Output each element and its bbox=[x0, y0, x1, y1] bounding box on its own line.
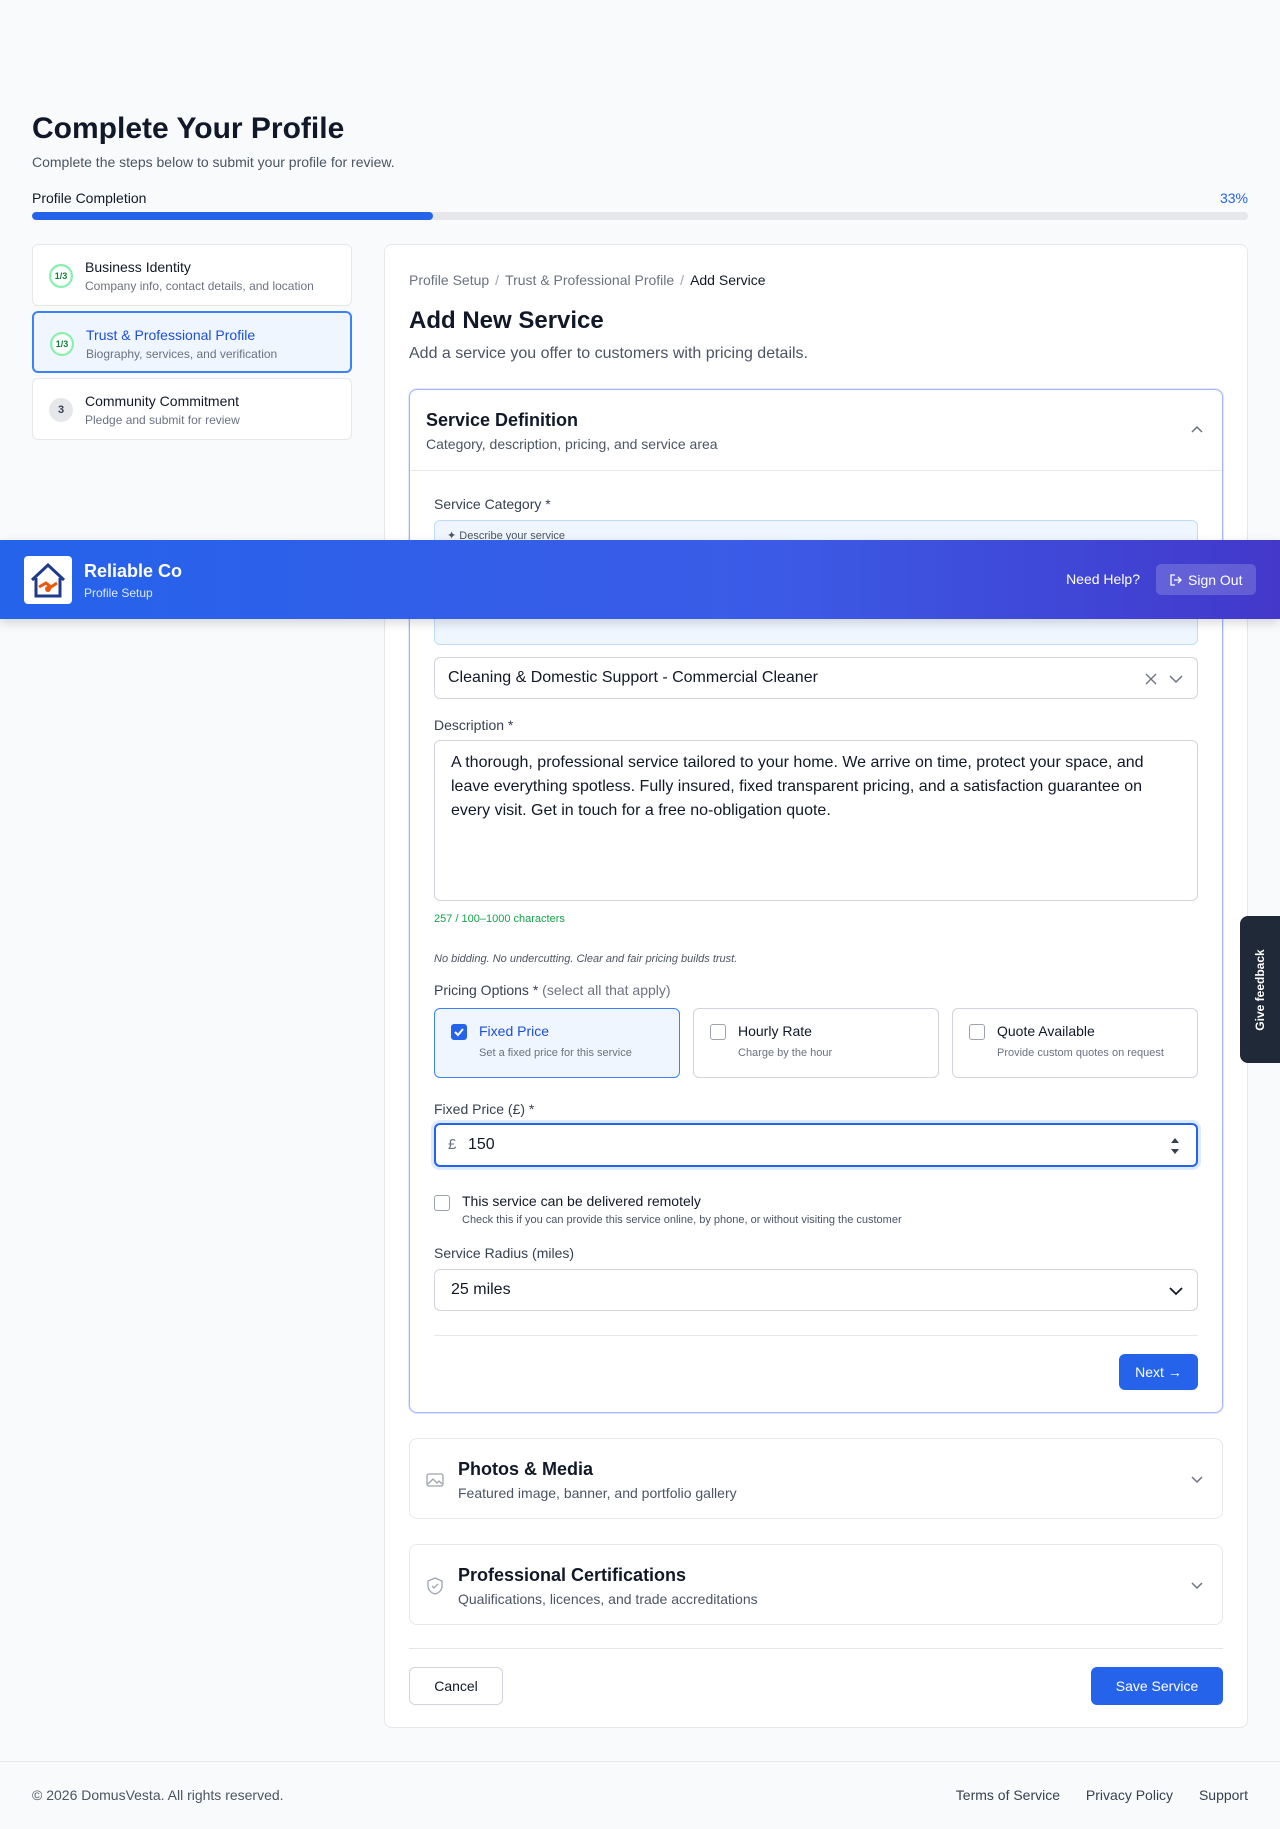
radius-label: Service Radius (miles) bbox=[434, 1245, 575, 1261]
fixed-price-input[interactable]: £ 150 bbox=[434, 1123, 1198, 1167]
pricing-note: No bidding. No undercutting. Clear and f… bbox=[434, 953, 738, 965]
footer-divider bbox=[0, 1761, 1280, 1762]
page-subtitle: Complete the steps below to submit your … bbox=[32, 154, 395, 170]
give-feedback-tab[interactable]: Give feedback bbox=[1240, 916, 1280, 1063]
breadcrumb-trust-profile[interactable]: Trust & Professional Profile bbox=[505, 272, 674, 288]
remote-desc: Check this if you can provide this servi… bbox=[462, 1214, 902, 1226]
need-help-link[interactable]: Need Help? bbox=[1066, 571, 1140, 587]
step-progress-icon: 1/3 bbox=[49, 264, 73, 288]
progress-bar-fill bbox=[32, 212, 434, 220]
step-desc: Biography, services, and verification bbox=[86, 347, 278, 361]
category-label: Service Category * bbox=[434, 496, 551, 512]
image-icon bbox=[426, 1473, 444, 1487]
copyright: © 2026 DomusVesta. All rights reserved. bbox=[32, 1787, 284, 1803]
breadcrumb-profile-setup[interactable]: Profile Setup bbox=[409, 272, 489, 288]
card-title: Add New Service bbox=[409, 307, 604, 334]
page-title: Complete Your Profile bbox=[32, 112, 345, 145]
section-subtitle: Featured image, banner, and portfolio ga… bbox=[458, 1485, 737, 1501]
card-subtitle: Add a service you offer to customers wit… bbox=[409, 345, 808, 362]
check-icon bbox=[454, 1028, 464, 1037]
chevron-up-icon[interactable] bbox=[1190, 423, 1204, 437]
pricing-option-fixed[interactable]: Fixed Price Set a fixed price for this s… bbox=[434, 1008, 680, 1078]
add-service-card: Profile Setup / Trust & Professional Profi… bbox=[384, 244, 1248, 1728]
section-title: Professional Certifications bbox=[458, 1565, 687, 1585]
sign-out-icon bbox=[1170, 574, 1182, 586]
remote-title: This service can be delivered remotely bbox=[462, 1193, 701, 1209]
progress-percent: 33% bbox=[1219, 190, 1248, 206]
breadcrumb-current: Add Service bbox=[690, 272, 766, 288]
step-list: 1/3 Business Identity Company info, cont… bbox=[32, 244, 352, 445]
fixed-price-value: 150 bbox=[468, 1136, 495, 1153]
certifications-section[interactable]: Professional Certifications Qualificatio… bbox=[409, 1544, 1223, 1625]
description-textarea[interactable]: A thorough, professional service tailore… bbox=[434, 740, 1198, 901]
section-title: Photos & Media bbox=[458, 1459, 594, 1479]
step-desc: Pledge and submit for review bbox=[85, 413, 240, 427]
brand-name: Reliable Co bbox=[84, 561, 183, 581]
step-title: Business Identity bbox=[85, 259, 191, 275]
save-service-button[interactable]: Save Service bbox=[1091, 1667, 1223, 1705]
support-link[interactable]: Support bbox=[1199, 1787, 1248, 1803]
sign-out-button[interactable]: Sign Out bbox=[1156, 564, 1256, 595]
divider bbox=[409, 1648, 1223, 1649]
step-community-commitment[interactable]: 3 Community Commitment Pledge and submit… bbox=[32, 378, 352, 440]
currency-symbol: £ bbox=[448, 1136, 457, 1153]
option-desc: Charge by the hour bbox=[738, 1047, 833, 1059]
option-desc: Set a fixed price for this service bbox=[479, 1047, 632, 1059]
description-label: Description * bbox=[434, 717, 514, 733]
chevron-down-icon bbox=[1169, 1287, 1183, 1296]
section-title: Service Definition bbox=[426, 410, 579, 430]
shield-check-icon bbox=[427, 1577, 443, 1595]
step-title: Community Commitment bbox=[85, 393, 240, 409]
option-desc: Provide custom quotes on request bbox=[997, 1047, 1164, 1059]
photos-media-section[interactable]: Photos & Media Featured image, banner, a… bbox=[409, 1438, 1223, 1519]
sign-out-label: Sign Out bbox=[1188, 572, 1243, 588]
step-number: 3 bbox=[49, 398, 73, 422]
brand-logo bbox=[24, 556, 72, 604]
number-spinner-icon[interactable] bbox=[1170, 1135, 1180, 1157]
feedback-label: Give feedback bbox=[1253, 948, 1267, 1031]
option-title: Fixed Price bbox=[479, 1023, 550, 1039]
step-trust-profile[interactable]: 1/3 Trust & Professional Profile Biograp… bbox=[32, 311, 352, 373]
step-progress-icon: 1/3 bbox=[50, 332, 74, 356]
chevron-down-icon[interactable] bbox=[1190, 1578, 1204, 1592]
option-title: Hourly Rate bbox=[738, 1023, 812, 1039]
fixed-price-label: Fixed Price (£) * bbox=[434, 1101, 535, 1117]
pricing-option-quote[interactable]: Quote Available Provide custom quotes on… bbox=[952, 1008, 1198, 1078]
chevron-down-icon[interactable] bbox=[1190, 1472, 1204, 1486]
brand-subtitle: Profile Setup bbox=[84, 586, 153, 600]
chevron-down-icon[interactable] bbox=[1169, 674, 1183, 684]
checkbox[interactable] bbox=[969, 1024, 985, 1040]
breadcrumb-separator: / bbox=[680, 272, 685, 288]
section-subtitle: Qualifications, licences, and trade accr… bbox=[458, 1591, 758, 1607]
next-button[interactable]: Next → bbox=[1119, 1354, 1198, 1390]
step-business-identity[interactable]: 1/3 Business Identity Company info, cont… bbox=[32, 244, 352, 306]
option-title: Quote Available bbox=[997, 1023, 1095, 1039]
footer-links: Terms of Service Privacy Policy Support bbox=[934, 1787, 1248, 1803]
house-handshake-icon bbox=[30, 562, 66, 598]
terms-link[interactable]: Terms of Service bbox=[956, 1787, 1060, 1803]
radius-select[interactable]: 25 miles bbox=[434, 1269, 1198, 1311]
pricing-option-hourly[interactable]: Hourly Rate Charge by the hour bbox=[693, 1008, 939, 1078]
privacy-link[interactable]: Privacy Policy bbox=[1086, 1787, 1173, 1803]
category-value: Cleaning & Domestic Support - Commercial… bbox=[448, 669, 818, 686]
cancel-button[interactable]: Cancel bbox=[409, 1667, 503, 1705]
breadcrumb: Profile Setup / Trust & Professional Profi… bbox=[409, 272, 766, 288]
pricing-options-label: Pricing Options * (select all that apply… bbox=[434, 982, 671, 998]
step-title: Trust & Professional Profile bbox=[86, 327, 256, 343]
section-header[interactable]: Service Definition Category, description… bbox=[410, 390, 1222, 471]
step-desc: Company info, contact details, and locat… bbox=[85, 279, 314, 293]
checkbox-checked[interactable] bbox=[451, 1024, 467, 1040]
character-counter: 257 / 100–1000 characters bbox=[434, 913, 565, 925]
progress-label: Profile Completion bbox=[32, 190, 147, 206]
category-select[interactable]: Cleaning & Domestic Support - Commercial… bbox=[434, 657, 1198, 699]
checkbox[interactable] bbox=[710, 1024, 726, 1040]
radius-value: 25 miles bbox=[451, 1281, 511, 1298]
divider bbox=[434, 1335, 1198, 1336]
breadcrumb-separator: / bbox=[495, 272, 500, 288]
clear-icon[interactable] bbox=[1145, 673, 1157, 685]
remote-checkbox[interactable] bbox=[434, 1195, 450, 1211]
top-banner: Reliable Co Profile Setup Need Help? Sig… bbox=[0, 540, 1280, 619]
progress-bar bbox=[32, 212, 1248, 220]
section-subtitle: Category, description, pricing, and serv… bbox=[426, 436, 718, 452]
